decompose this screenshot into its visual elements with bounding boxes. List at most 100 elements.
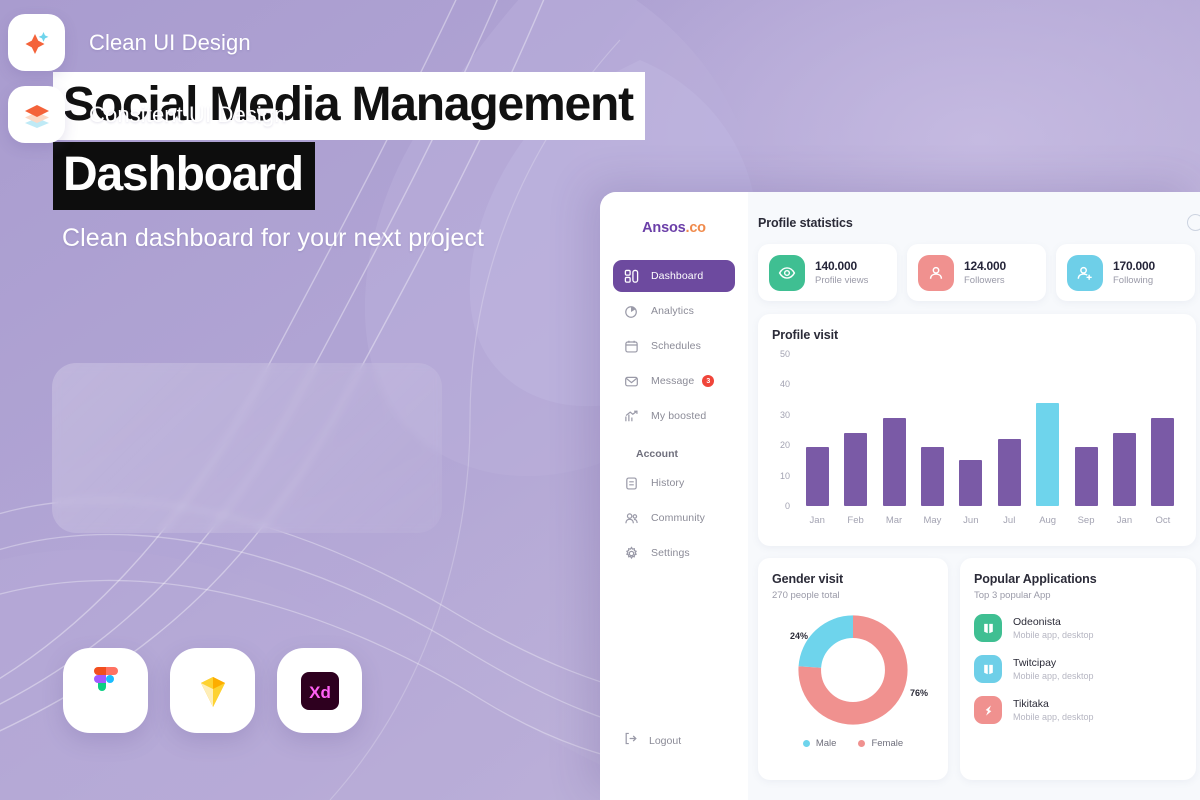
book-icon (974, 655, 1002, 683)
sidebar-item-my-boosted[interactable]: My boosted (613, 400, 735, 432)
stat-cards: 140.000 Profile views 124.000 Followers (758, 244, 1200, 301)
stat-card-profile-views[interactable]: 140.000 Profile views (758, 244, 897, 301)
layers-icon (8, 86, 65, 143)
nav-section-account: Account (636, 448, 678, 460)
chart-bar-wrap (1028, 354, 1066, 506)
chart-bar-wrap (1144, 354, 1182, 506)
sidebar-item-label: Message (651, 375, 695, 387)
chart-bar[interactable] (997, 439, 1021, 506)
chart-x-label: Aug (1039, 515, 1057, 526)
list-item[interactable]: Twitcipay Mobile app, desktop (974, 655, 1182, 683)
sidebar-item-message[interactable]: Message 3 (613, 365, 735, 397)
brand-tld: .co (685, 220, 706, 236)
stat-value: 140.000 (815, 259, 857, 273)
gender-visit-card: Gender visit 270 people total 24% 76% Ma… (758, 558, 948, 780)
female-percentage: 76% (909, 688, 928, 698)
stat-label: Profile views (815, 275, 869, 286)
chart-bars (798, 354, 1182, 506)
donut-chart: 24% 76% (772, 607, 934, 732)
chart-y-tick: 30 (779, 409, 790, 420)
gear-icon (623, 545, 640, 562)
stat-card-following[interactable]: 170.000 Following (1056, 244, 1195, 301)
sidebar-item-history[interactable]: History (613, 467, 735, 499)
chart-x-label: Oct (1155, 515, 1171, 526)
app-name: Tikitaka (1013, 698, 1049, 710)
svg-text:Xd: Xd (309, 683, 331, 702)
sidebar-item-label: Settings (651, 547, 690, 559)
chart-bar[interactable] (805, 446, 829, 506)
sidebar: Ansos.co Dashboard Analytics Schedules M… (600, 192, 748, 800)
dashboard-window: Ansos.co Dashboard Analytics Schedules M… (600, 192, 1200, 800)
chart-x-label: Mar (885, 515, 903, 526)
sidebar-item-label: Dashboard (651, 270, 704, 282)
avatar[interactable] (1187, 214, 1200, 231)
chart-bar[interactable] (920, 446, 944, 506)
chart-bar[interactable] (1036, 402, 1060, 506)
stat-value: 170.000 (1113, 259, 1155, 273)
sidebar-item-settings[interactable]: Settings (613, 537, 735, 569)
main-nav: Dashboard Analytics Schedules Message 3 … (600, 260, 748, 569)
sidebar-item-community[interactable]: Community (613, 502, 735, 534)
sidebar-item-label: Schedules (651, 340, 701, 352)
feature-label: Consitent UI Design (89, 101, 287, 127)
chart-bar-wrap (875, 354, 913, 506)
apps-title: Popular Applications (974, 572, 1097, 586)
feature-item-consistent-ui: Consitent UI Design (8, 86, 287, 143)
bolt-icon (974, 696, 1002, 724)
stat-label: Followers (964, 275, 1005, 286)
app-meta: Mobile app, desktop (1013, 630, 1094, 640)
gender-title: Gender visit (772, 572, 844, 586)
chart-bar[interactable] (1151, 417, 1175, 506)
sketch-logo (170, 648, 255, 733)
chart-plot-area: 50 40 30 20 10 0 Jan Feb Mar May Jun Jul Aug Sep Jan O… (772, 349, 1182, 526)
sparkle-icon (8, 14, 65, 71)
list-item[interactable]: Tikitaka Mobile app, desktop (974, 696, 1182, 724)
promo-panel: Social Media Management Dashboard Clean … (0, 0, 645, 800)
chart-bar[interactable] (882, 417, 906, 506)
profile-statistics-title: Profile statistics (758, 215, 853, 230)
stat-value: 124.000 (964, 259, 1006, 273)
chart-x-label: Sep (1077, 515, 1095, 526)
stat-card-followers[interactable]: 124.000 Followers (907, 244, 1046, 301)
legend-label: Male (815, 738, 837, 749)
gender-legend: Male Female (772, 738, 934, 749)
app-name: Twitcipay (1013, 657, 1057, 669)
users-icon (623, 510, 640, 527)
stat-label: Following (1113, 275, 1154, 286)
eye-icon (769, 254, 805, 291)
trending-up-icon (623, 408, 640, 425)
sidebar-item-analytics[interactable]: Analytics (613, 295, 735, 327)
sidebar-item-label: My boosted (651, 410, 707, 422)
chart-bar-wrap (990, 354, 1028, 506)
user-icon (918, 254, 954, 291)
chart-bar[interactable] (1074, 446, 1098, 506)
app-meta: Mobile app, desktop (1013, 712, 1094, 722)
logout-button[interactable]: Logout (613, 726, 691, 756)
feature-label: Clean UI Design (89, 29, 251, 55)
tool-logos: Xd (63, 648, 362, 733)
chart-x-label: Jan (809, 515, 825, 526)
app-name: Odeonista (1013, 616, 1061, 628)
chart-bar[interactable] (844, 433, 868, 506)
male-percentage: 24% (790, 631, 809, 641)
chart-x-label: Jul (1003, 515, 1016, 526)
list-item[interactable]: Odeonista Mobile app, desktop (974, 614, 1182, 642)
gender-subtitle: 270 people total (772, 590, 840, 601)
promo-subtitle: Clean dashboard for your next project (62, 224, 484, 252)
popular-applications-card: Popular Applications Top 3 popular App O… (960, 558, 1196, 780)
calendar-icon (623, 338, 640, 355)
adobe-xd-logo: Xd (277, 648, 362, 733)
feature-item-clean-ui: Clean UI Design (8, 14, 251, 71)
legend-dot (802, 740, 810, 747)
chart-bar[interactable] (1112, 433, 1136, 506)
sidebar-item-schedules[interactable]: Schedules (613, 330, 735, 362)
chart-bar[interactable] (959, 460, 983, 506)
sidebar-item-dashboard[interactable]: Dashboard (613, 260, 735, 292)
bottom-row: Gender visit 270 people total 24% 76% Ma… (758, 558, 1196, 780)
chart-x-label: Jan (1116, 515, 1133, 526)
brand-logo[interactable]: Ansos.co (600, 220, 748, 236)
chart-title: Profile visit (772, 328, 839, 342)
brand-name: Ansos (642, 220, 686, 236)
sidebar-item-label: Community (651, 512, 705, 524)
chart-x-axis: Jan Feb Mar May Jun Jul Aug Sep Jan Oct (798, 515, 1182, 526)
